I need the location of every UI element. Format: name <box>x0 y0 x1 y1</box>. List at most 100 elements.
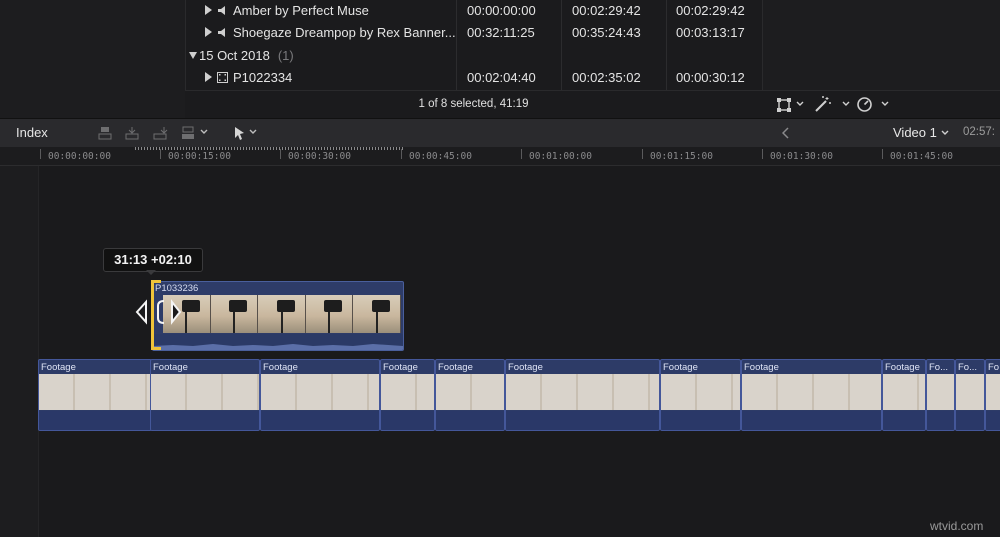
trim-cursor-icon <box>135 299 182 325</box>
clip-thumbnails <box>661 374 740 410</box>
clip-label: Fo... <box>988 362 1000 373</box>
connect-clip-icon[interactable] <box>97 125 113 141</box>
audio-waveform <box>883 411 925 430</box>
ruler-tick: 00:01:15:00 <box>650 151 713 162</box>
clip-thumbnails <box>742 374 881 410</box>
storyline-clip[interactable]: Fo... <box>926 359 955 431</box>
ruler-tick: 00:01:45:00 <box>890 151 953 162</box>
chevron-down-icon[interactable] <box>881 101 889 107</box>
clip-label: Footage <box>383 362 418 373</box>
disclosure-triangle-icon[interactable] <box>205 5 212 15</box>
viewer-tools <box>762 90 1000 119</box>
select-tool-icon[interactable] <box>232 125 248 141</box>
storyline-clip[interactable]: Footage <box>660 359 741 431</box>
index-button[interactable]: Index <box>16 125 48 140</box>
clip-label: P1033236 <box>155 283 199 294</box>
clip-thumbnails <box>151 374 259 410</box>
chevron-down-icon[interactable] <box>249 129 257 135</box>
clip-name: Shoegaze Dreampop by Rex Banner... <box>233 25 456 40</box>
clip-label: Fo... <box>929 362 949 373</box>
clip-end: 00:35:24:43 <box>572 25 641 40</box>
storyline-clip[interactable]: Footage <box>38 359 152 431</box>
tooltip-arrow <box>146 270 156 275</box>
ruler-tick: 00:00:15:00 <box>168 151 231 162</box>
timeline-duration: 02:57: <box>963 126 995 138</box>
disclosure-open-icon[interactable] <box>189 52 197 59</box>
clip-label: Footage <box>41 362 76 373</box>
date-group-label: 15 Oct 2018 <box>199 48 270 63</box>
connected-clip[interactable]: P1033236 <box>152 281 404 351</box>
storyline-clip[interactable]: Fo... <box>985 359 1000 431</box>
browser-inspector-area <box>762 0 1000 90</box>
clip-label: Footage <box>663 362 698 373</box>
clip-end: 00:02:35:02 <box>572 70 641 85</box>
ruler-range-indicator <box>135 147 403 150</box>
clip-name: Amber by Perfect Muse <box>233 3 369 18</box>
audio-icon <box>218 28 225 37</box>
role-selector[interactable]: Video 1 <box>893 125 937 140</box>
list-item[interactable]: Amber by Perfect Muse 00:00:00:00 00:02:… <box>185 0 762 22</box>
clip-label: Footage <box>153 362 188 373</box>
trim-edge-cap-top <box>151 280 161 283</box>
selection-status: 1 of 8 selected, 41:19 <box>185 90 762 119</box>
chevron-down-icon[interactable] <box>200 129 208 135</box>
clip-thumbnails <box>883 374 925 410</box>
ruler-tick: 00:00:45:00 <box>409 151 472 162</box>
audio-waveform <box>436 411 504 430</box>
storyline-clip[interactable]: Footage <box>260 359 380 431</box>
insert-clip-icon[interactable] <box>124 125 140 141</box>
chevron-down-icon[interactable] <box>842 101 850 107</box>
clip-label: Footage <box>508 362 543 373</box>
storyline-clip[interactable]: Footage <box>882 359 926 431</box>
clip-label: Footage <box>885 362 920 373</box>
trim-tooltip: 31:13 +02:10 <box>103 248 203 272</box>
clip-thumbnails <box>261 374 379 410</box>
audio-waveform <box>39 411 151 430</box>
clip-name: P1022334 <box>233 70 293 85</box>
speed-icon[interactable] <box>856 96 873 113</box>
transform-icon[interactable] <box>776 97 792 113</box>
clip-thumbnails <box>927 374 954 410</box>
chevron-left-icon[interactable] <box>782 127 790 139</box>
clip-label: Footage <box>438 362 473 373</box>
audio-waveform <box>956 411 984 430</box>
clip-thumbnails <box>163 295 401 333</box>
chevron-down-icon[interactable] <box>796 101 804 107</box>
clip-start: 00:02:04:40 <box>467 70 536 85</box>
chevron-down-icon[interactable] <box>941 130 949 136</box>
ruler-tick: 00:01:30:00 <box>770 151 833 162</box>
audio-waveform <box>151 411 259 430</box>
storyline-clip[interactable]: Footage <box>741 359 882 431</box>
overwrite-clip-icon[interactable] <box>180 125 196 141</box>
storyline-clip[interactable]: Footage <box>150 359 260 431</box>
clip-thumbnails <box>506 374 659 410</box>
clip-thumbnails <box>39 374 151 410</box>
timeline-area[interactable] <box>0 166 1000 537</box>
storyline-clip[interactable]: Footage <box>505 359 660 431</box>
clip-end: 00:02:29:42 <box>572 3 641 18</box>
clip-thumbnails <box>986 374 1000 410</box>
audio-waveform <box>381 411 434 430</box>
audio-waveform <box>661 411 740 430</box>
disclosure-triangle-icon[interactable] <box>205 72 212 82</box>
storyline-clip[interactable]: Footage <box>435 359 505 431</box>
browser-sidebar <box>0 0 186 118</box>
ruler-tick: 00:00:30:00 <box>288 151 351 162</box>
append-clip-icon[interactable] <box>152 125 168 141</box>
clip-label: Footage <box>263 362 298 373</box>
clip-duration: 00:03:13:17 <box>676 25 745 40</box>
clip-start: 00:32:11:25 <box>467 25 535 40</box>
film-icon <box>217 72 228 83</box>
storyline-clip[interactable]: Footage <box>380 359 435 431</box>
audio-waveform <box>986 411 1000 430</box>
storyline-clip[interactable]: Fo... <box>955 359 985 431</box>
watermark: wtvid.com <box>930 519 984 533</box>
audio-icon <box>218 6 225 15</box>
list-item[interactable]: P1022334 00:02:04:40 00:02:35:02 00:00:3… <box>185 67 762 89</box>
disclosure-triangle-icon[interactable] <box>205 27 212 37</box>
magic-wand-icon[interactable] <box>814 96 832 113</box>
ruler-tick: 00:00:00:00 <box>48 151 111 162</box>
list-item[interactable]: Shoegaze Dreampop by Rex Banner... 00:32… <box>185 22 762 44</box>
audio-waveform <box>261 411 379 430</box>
clip-duration: 00:02:29:42 <box>676 3 745 18</box>
